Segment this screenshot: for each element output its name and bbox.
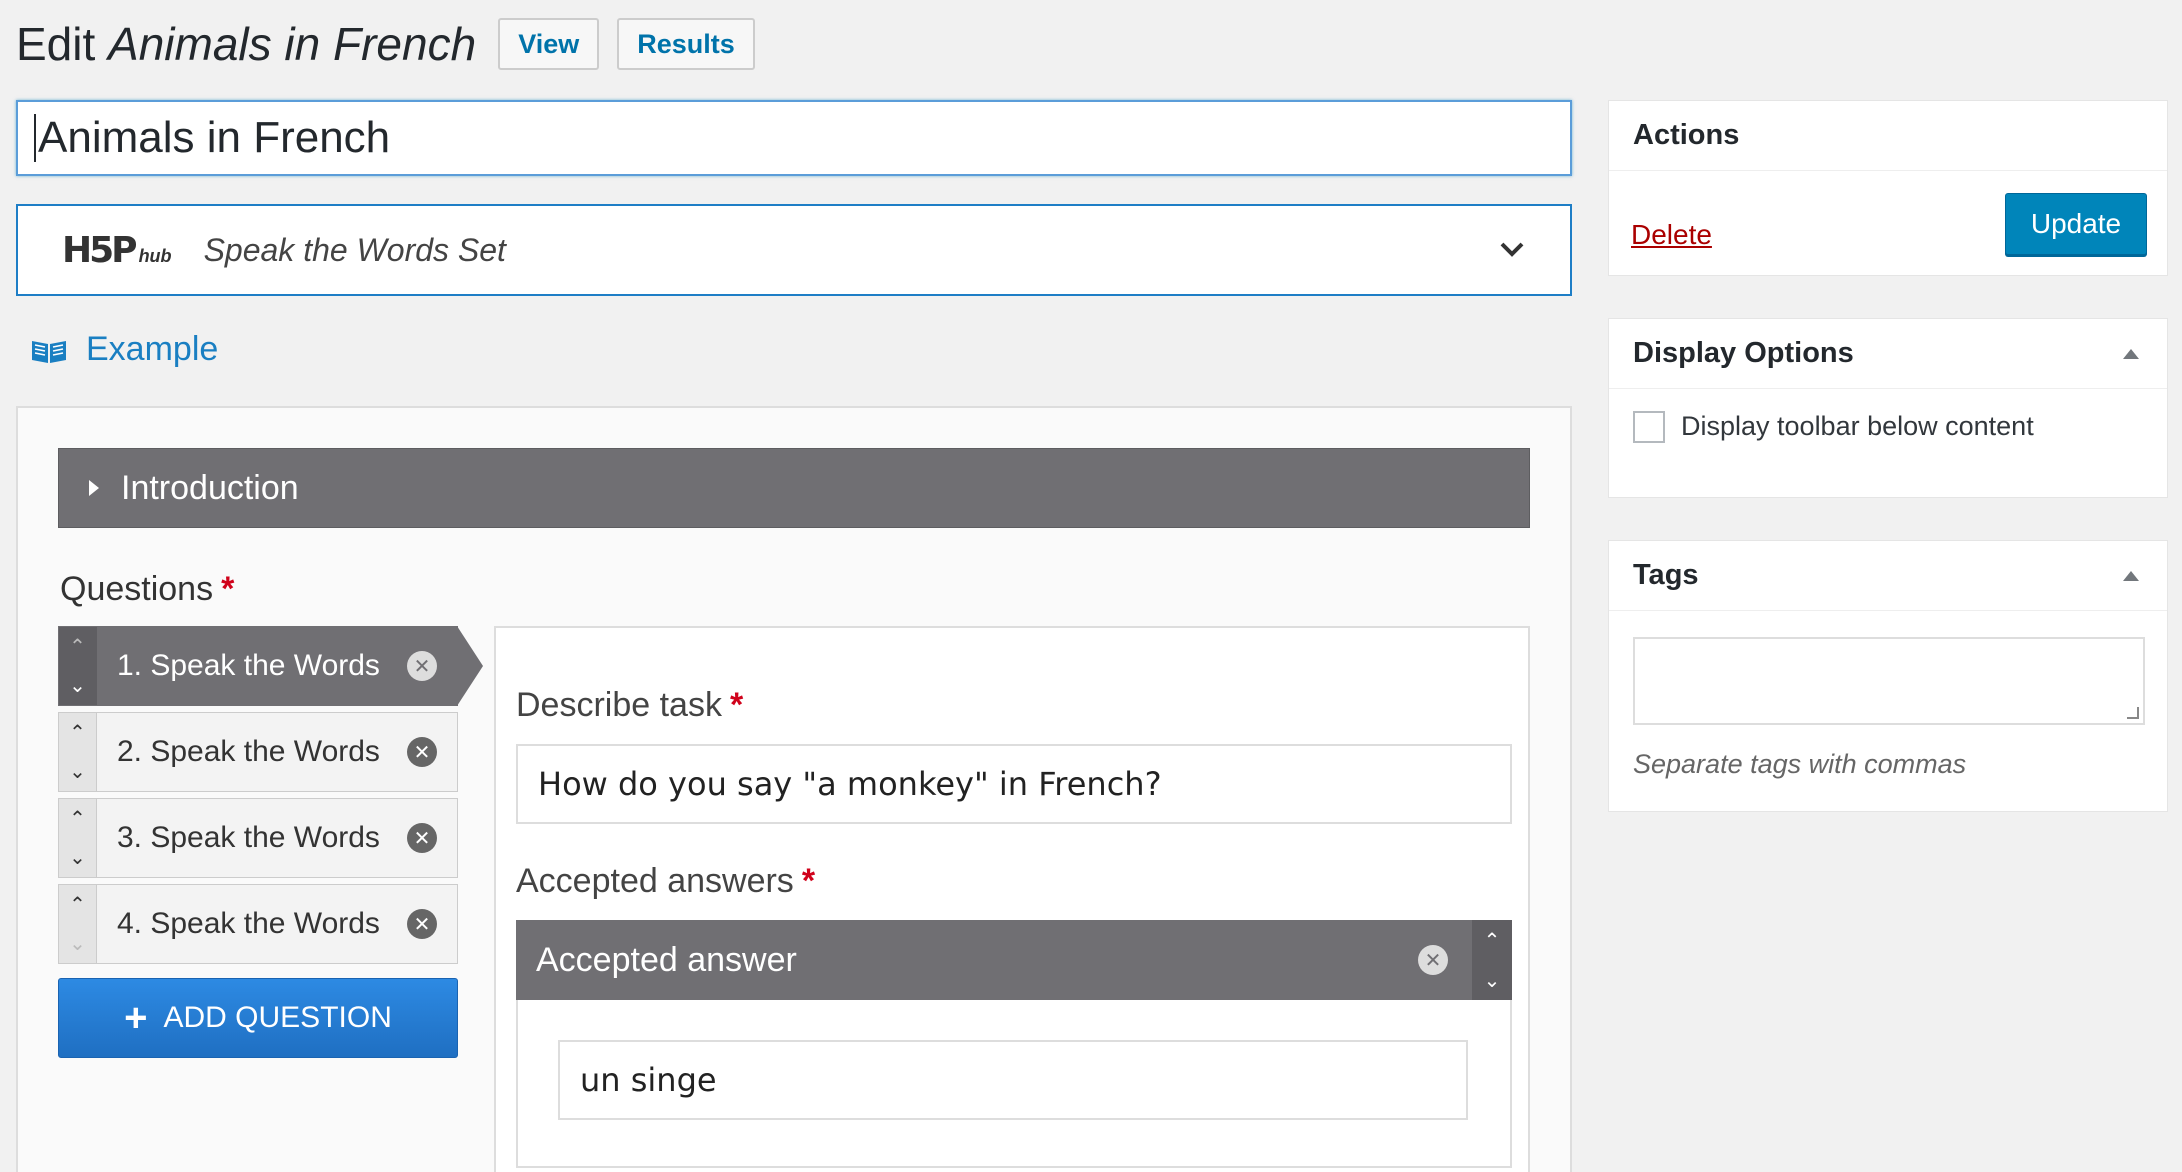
h5p-hub-logo: H5P hub xyxy=(62,230,172,271)
accepted-answer-label: Accepted answer xyxy=(536,940,797,979)
caret-right-icon xyxy=(89,480,99,496)
remove-icon[interactable]: ✕ xyxy=(407,737,437,767)
move-down-icon[interactable]: ⌄ xyxy=(1484,968,1501,993)
accepted-answers-label-text: Accepted answers xyxy=(516,862,794,900)
text-caret xyxy=(34,114,36,162)
remove-icon[interactable]: ✕ xyxy=(407,909,437,939)
hub-content-type: Speak the Words Set xyxy=(203,231,506,268)
question-label: 4. Speak the Words xyxy=(117,907,380,940)
page-title-name: Animals in French xyxy=(108,18,477,70)
question-item[interactable]: ⌃ ⌄ 2. Speak the Words ✕ xyxy=(58,712,458,792)
delete-link[interactable]: Delete xyxy=(1631,219,1712,251)
title-input-value: Animals in French xyxy=(38,113,391,162)
questions-label: Questions * xyxy=(60,570,234,609)
question-label: 2. Speak the Words xyxy=(117,735,380,768)
h5p-hub-selector[interactable]: H5P hub Speak the Words Set xyxy=(16,204,1572,296)
collapse-icon[interactable] xyxy=(2123,571,2139,581)
example-label: Example xyxy=(86,330,219,368)
accepted-answer-header[interactable]: Accepted answer ✕ ⌃ ⌄ xyxy=(516,920,1512,1000)
describe-task-input[interactable]: How do you say "a monkey" in French? xyxy=(516,744,1512,824)
remove-icon[interactable]: ✕ xyxy=(407,823,437,853)
page-header: Edit Animals in French View Results xyxy=(16,14,755,74)
resize-handle-icon[interactable] xyxy=(2127,707,2139,719)
plus-icon: + xyxy=(124,996,148,1040)
tags-box: Tags Separate tags with commas xyxy=(1608,540,2168,812)
required-mark: * xyxy=(801,862,816,900)
collapse-icon[interactable] xyxy=(2123,349,2139,359)
questions-label-text: Questions xyxy=(60,570,214,608)
tags-title: Tags xyxy=(1633,559,1699,591)
describe-task-label: Describe task * xyxy=(516,686,743,725)
move-down-icon[interactable]: ⌄ xyxy=(69,759,86,784)
required-mark: * xyxy=(221,570,235,608)
add-question-label: ADD QUESTION xyxy=(163,1001,392,1034)
h5p-editor-panel: Introduction Questions * ⌃ ⌄ 1. Speak the… xyxy=(16,406,1572,1172)
questions-list: ⌃ ⌄ 1. Speak the Words ✕ ⌃ ⌄ 2. Speak th… xyxy=(58,626,483,970)
add-question-button[interactable]: + ADD QUESTION xyxy=(58,978,458,1058)
introduction-section[interactable]: Introduction xyxy=(58,448,1530,528)
order-controls: ⌃ ⌄ xyxy=(59,799,97,877)
display-options-box: Display Options Display toolbar below co… xyxy=(1608,318,2168,498)
title-input[interactable]: Animals in French xyxy=(16,100,1572,176)
results-button[interactable]: Results xyxy=(617,18,755,70)
display-options-header[interactable]: Display Options xyxy=(1609,319,2167,389)
accepted-answers-label: Accepted answers * xyxy=(516,862,815,901)
page-title-prefix: Edit xyxy=(16,18,96,70)
display-toolbar-checkbox[interactable] xyxy=(1633,411,1665,443)
move-down-icon[interactable]: ⌄ xyxy=(69,845,86,870)
move-up-icon[interactable]: ⌃ xyxy=(69,806,86,831)
tags-hint: Separate tags with commas xyxy=(1633,749,1967,779)
question-item[interactable]: ⌃ ⌄ 1. Speak the Words ✕ xyxy=(58,626,483,706)
question-label: 3. Speak the Words xyxy=(117,821,380,854)
order-controls: ⌃ ⌄ xyxy=(59,713,97,791)
move-up-icon[interactable]: ⌃ xyxy=(69,634,86,659)
tags-textarea[interactable] xyxy=(1633,637,2145,725)
move-up-icon[interactable]: ⌃ xyxy=(1484,928,1501,953)
move-down-icon[interactable]: ⌄ xyxy=(69,673,86,698)
order-controls: ⌃ ⌄ xyxy=(1472,920,1512,1000)
accepted-answer-body: un singe xyxy=(516,1000,1512,1168)
book-icon xyxy=(32,340,66,363)
remove-icon[interactable]: ✕ xyxy=(407,651,437,681)
required-mark: * xyxy=(729,686,744,724)
remove-icon[interactable]: ✕ xyxy=(1418,945,1448,975)
h5p-logo-text: H5P xyxy=(62,229,138,271)
question-item[interactable]: ⌃ ⌄ 4. Speak the Words ✕ xyxy=(58,884,458,964)
order-controls: ⌃ ⌄ xyxy=(59,885,97,963)
update-button[interactable]: Update xyxy=(2005,193,2147,255)
accepted-answer-input[interactable]: un singe xyxy=(558,1040,1468,1120)
example-link[interactable]: Example xyxy=(30,330,218,369)
question-item[interactable]: ⌃ ⌄ 3. Speak the Words ✕ xyxy=(58,798,458,878)
actions-title: Actions xyxy=(1609,101,2167,171)
describe-task-label-text: Describe task xyxy=(516,686,722,724)
introduction-label: Introduction xyxy=(121,468,299,507)
move-up-icon[interactable]: ⌃ xyxy=(69,892,86,917)
h5p-logo-sub: hub xyxy=(138,245,172,266)
view-button[interactable]: View xyxy=(498,18,600,70)
tags-header[interactable]: Tags xyxy=(1609,541,2167,611)
move-up-icon[interactable]: ⌃ xyxy=(69,720,86,745)
order-controls: ⌃ ⌄ xyxy=(59,627,97,705)
page-title: Edit Animals in French xyxy=(16,17,476,71)
display-options-title: Display Options xyxy=(1633,337,1854,369)
display-toolbar-label: Display toolbar below content xyxy=(1681,411,2034,441)
question-form: Describe task * How do you say "a monkey"… xyxy=(494,626,1530,1172)
question-label: 1. Speak the Words xyxy=(117,649,380,682)
actions-box: Actions Delete Update xyxy=(1608,100,2168,276)
chevron-down-icon[interactable] xyxy=(1498,236,1526,264)
move-down-icon[interactable]: ⌄ xyxy=(69,931,86,956)
